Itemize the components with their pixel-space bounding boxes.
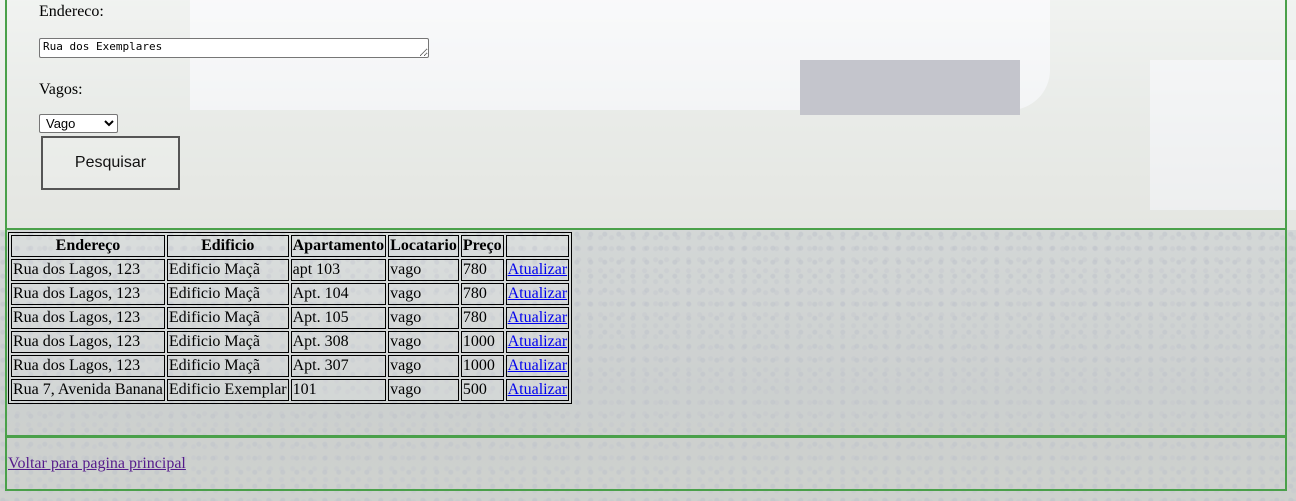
cell-preco: 780: [460, 259, 504, 281]
cell-locatario: vago: [388, 355, 459, 377]
update-link[interactable]: Atualizar: [508, 285, 568, 302]
results-panel: Endereço Edificio Apartamento Locatario …: [5, 228, 1287, 438]
column-header: Edificio: [166, 235, 289, 257]
address-input[interactable]: Rua dos Exemplares: [39, 38, 429, 58]
cell-edificio: Edificio Maçã: [166, 283, 289, 305]
cell-locatario: vago: [388, 379, 459, 401]
cell-edificio: Edificio Exemplar: [166, 379, 289, 401]
cell-apartamento: Apt. 308: [290, 331, 387, 353]
cell-action: Atualizar: [505, 331, 570, 353]
cell-endereco: Rua dos Lagos, 123: [11, 259, 165, 281]
column-header: [505, 235, 570, 257]
cell-endereco: Rua dos Lagos, 123: [11, 307, 165, 329]
cell-preco: 1000: [460, 331, 504, 353]
cell-apartamento: Apt. 105: [290, 307, 387, 329]
cell-locatario: vago: [388, 331, 459, 353]
table-row: Rua 7, Avenida Banana Edificio Exemplar …: [11, 379, 570, 401]
search-form-panel: Endereco: Rua dos Exemplares Vagos: Vago…: [5, 0, 1287, 230]
update-link[interactable]: Atualizar: [508, 261, 568, 278]
cell-edificio: Edificio Maçã: [166, 355, 289, 377]
cell-preco: 500: [460, 379, 504, 401]
cell-edificio: Edificio Maçã: [166, 259, 289, 281]
update-link[interactable]: Atualizar: [508, 357, 568, 374]
column-header: Preço: [460, 235, 504, 257]
cell-apartamento: apt 103: [290, 259, 387, 281]
results-table: Endereço Edificio Apartamento Locatario …: [8, 232, 573, 404]
update-link[interactable]: Atualizar: [508, 333, 568, 350]
table-row: Rua dos Lagos, 123 Edificio Maçã Apt. 30…: [11, 355, 570, 377]
cell-endereco: Rua dos Lagos, 123: [11, 331, 165, 353]
table-row: Rua dos Lagos, 123 Edificio Maçã Apt. 10…: [11, 307, 570, 329]
cell-apartamento: 101: [290, 379, 387, 401]
cell-apartamento: Apt. 104: [290, 283, 387, 305]
cell-endereco: Rua 7, Avenida Banana: [11, 379, 165, 401]
update-link[interactable]: Atualizar: [508, 309, 568, 326]
table-row: Rua dos Lagos, 123 Edificio Maçã Apt. 10…: [11, 283, 570, 305]
search-button[interactable]: Pesquisar: [41, 136, 180, 190]
cell-preco: 780: [460, 307, 504, 329]
cell-action: Atualizar: [505, 307, 570, 329]
address-label: Endereco:: [39, 3, 104, 20]
cell-action: Atualizar: [505, 379, 570, 401]
cell-edificio: Edificio Maçã: [166, 331, 289, 353]
cell-locatario: vago: [388, 259, 459, 281]
table-row: Rua dos Lagos, 123 Edificio Maçã apt 103…: [11, 259, 570, 281]
update-link[interactable]: Atualizar: [508, 381, 568, 398]
cell-action: Atualizar: [505, 259, 570, 281]
back-to-home-link[interactable]: Voltar para pagina principal: [8, 455, 186, 473]
cell-apartamento: Apt. 307: [290, 355, 387, 377]
footer-panel: Voltar para pagina principal: [5, 435, 1287, 491]
table-row: Rua dos Lagos, 123 Edificio Maçã Apt. 30…: [11, 331, 570, 353]
column-header: Locatario: [388, 235, 459, 257]
cell-endereco: Rua dos Lagos, 123: [11, 283, 165, 305]
cell-action: Atualizar: [505, 283, 570, 305]
column-header: Endereço: [11, 235, 165, 257]
vagos-select[interactable]: Vago: [39, 114, 118, 133]
column-header: Apartamento: [290, 235, 387, 257]
cell-preco: 1000: [460, 355, 504, 377]
cell-endereco: Rua dos Lagos, 123: [11, 355, 165, 377]
cell-locatario: vago: [388, 307, 459, 329]
vagos-label: Vagos:: [39, 81, 83, 98]
cell-locatario: vago: [388, 283, 459, 305]
cell-preco: 780: [460, 283, 504, 305]
cell-action: Atualizar: [505, 355, 570, 377]
cell-edificio: Edificio Maçã: [166, 307, 289, 329]
table-header-row: Endereço Edificio Apartamento Locatario …: [11, 235, 570, 257]
